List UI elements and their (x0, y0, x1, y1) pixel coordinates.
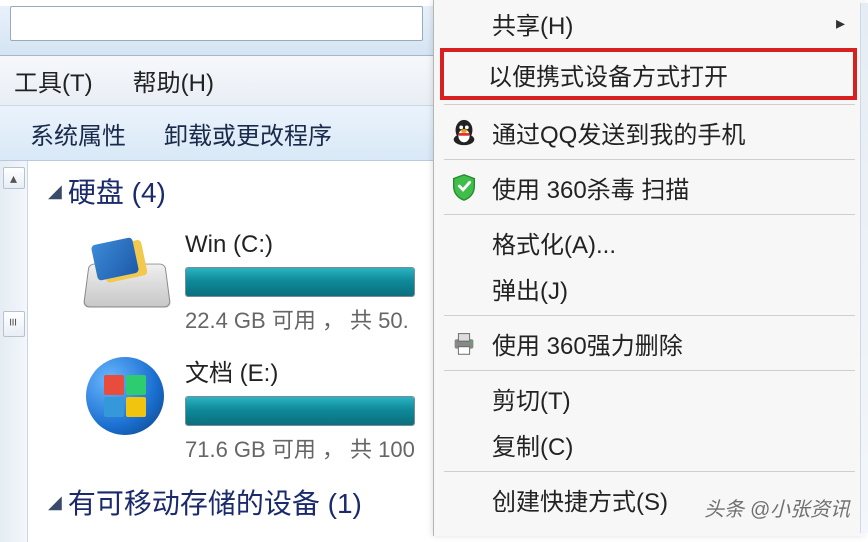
capacity-bar (185, 396, 415, 426)
context-menu: 共享(H) 以便携式设备方式打开 通过QQ发送到我的手机 使用 360杀毒 扫描… (433, 0, 865, 536)
menu-separator (444, 471, 855, 472)
scroll-handle-icon[interactable]: ≡ (3, 311, 25, 337)
menu-help[interactable]: 帮助(H) (127, 59, 220, 102)
right-edge-scrollbar[interactable] (860, 3, 868, 533)
menu-create-shortcut[interactable]: 创建快捷方式(S) (434, 476, 865, 522)
address-bar[interactable] (10, 6, 423, 41)
drives-pane: ◢ 硬盘 (4) Win (C:) 22.4 GB 可用 ， 共 50. (28, 161, 433, 542)
drive-info: Win (C:) 22.4 GB 可用 ， 共 50. (185, 231, 433, 335)
window-titlebar (0, 6, 433, 56)
menu-send-qq-label: 通过QQ发送到我的手机 (492, 115, 745, 150)
menu-create-shortcut-label: 创建快捷方式(S) (492, 482, 668, 517)
menu-copy[interactable]: 复制(C) (434, 421, 865, 467)
drive-name: 文档 (E:) (185, 353, 433, 388)
menu-format[interactable]: 格式化(A)... (434, 219, 865, 265)
menu-separator (444, 159, 855, 160)
menu-separator (444, 214, 855, 215)
section-removable[interactable]: ◢ 有可移动存储的设备 (1) (48, 482, 433, 522)
printer-icon (448, 327, 480, 359)
collapse-arrow-icon: ◢ (48, 181, 62, 202)
menu-cut-label: 剪切(T) (492, 381, 571, 416)
menu-eject-label: 弹出(J) (492, 271, 568, 306)
section-removable-label: 有可移动存储的设备 (1) (68, 482, 362, 522)
menu-tools[interactable]: 工具(T) (8, 59, 99, 102)
menu-open-portable-label: 以便携式设备方式打开 (488, 57, 728, 92)
section-hard-drives-label: 硬盘 (4) (68, 171, 166, 211)
capacity-fill (186, 397, 414, 425)
toolbar-uninstall-change[interactable]: 卸载或更改程序 (164, 116, 332, 151)
menu-copy-label: 复制(C) (492, 427, 573, 462)
capacity-text: 71.6 GB 可用 ， 共 100 (185, 432, 433, 464)
menu-360-force-delete-label: 使用 360强力删除 (492, 326, 683, 361)
explorer-window: 工具(T) 帮助(H) 系统属性 卸载或更改程序 ▴ ≡ ◢ 硬盘 (4) Wi… (0, 0, 433, 536)
drive-item[interactable]: Win (C:) 22.4 GB 可用 ， 共 50. (48, 231, 433, 335)
collapse-arrow-icon: ◢ (48, 492, 62, 513)
capacity-text: 22.4 GB 可用 ， 共 50. (185, 303, 433, 335)
shield-icon (448, 171, 480, 203)
menu-eject[interactable]: 弹出(J) (434, 265, 865, 311)
scroll-up-icon[interactable]: ▴ (3, 167, 25, 189)
menu-360-scan-label: 使用 360杀毒 扫描 (492, 170, 689, 205)
command-bar: 系统属性 卸载或更改程序 (0, 106, 433, 161)
menu-cut[interactable]: 剪切(T) (434, 375, 865, 421)
toolbar-system-properties[interactable]: 系统属性 (30, 116, 126, 151)
left-scrollbar[interactable]: ▴ ≡ (0, 161, 28, 542)
menu-open-as-portable-device[interactable]: 以便携式设备方式打开 (440, 48, 857, 100)
drive-info: 文档 (E:) 71.6 GB 可用 ， 共 100 (185, 353, 433, 464)
capacity-fill (186, 268, 414, 296)
qq-penguin-icon (448, 116, 480, 148)
menu-send-via-qq[interactable]: 通过QQ发送到我的手机 (434, 109, 865, 155)
menu-bar: 工具(T) 帮助(H) (0, 56, 433, 106)
windows-logo-icon (78, 353, 173, 433)
menu-separator (444, 315, 855, 316)
hdd-icon (78, 231, 173, 311)
menu-360-antivirus-scan[interactable]: 使用 360杀毒 扫描 (434, 164, 865, 210)
menu-share[interactable]: 共享(H) (434, 0, 865, 46)
menu-share-label: 共享(H) (492, 6, 573, 41)
menu-360-force-delete[interactable]: 使用 360强力删除 (434, 320, 865, 366)
menu-separator (444, 104, 855, 105)
menu-separator (444, 370, 855, 371)
drive-item[interactable]: 文档 (E:) 71.6 GB 可用 ， 共 100 (48, 353, 433, 464)
section-hard-drives[interactable]: ◢ 硬盘 (4) (48, 171, 433, 211)
capacity-bar (185, 267, 415, 297)
drive-name: Win (C:) (185, 231, 433, 259)
menu-format-label: 格式化(A)... (492, 225, 616, 260)
content-area: ▴ ≡ ◢ 硬盘 (4) Win (C:) 22.4 GB 可用 ， 共 50. (0, 161, 433, 542)
